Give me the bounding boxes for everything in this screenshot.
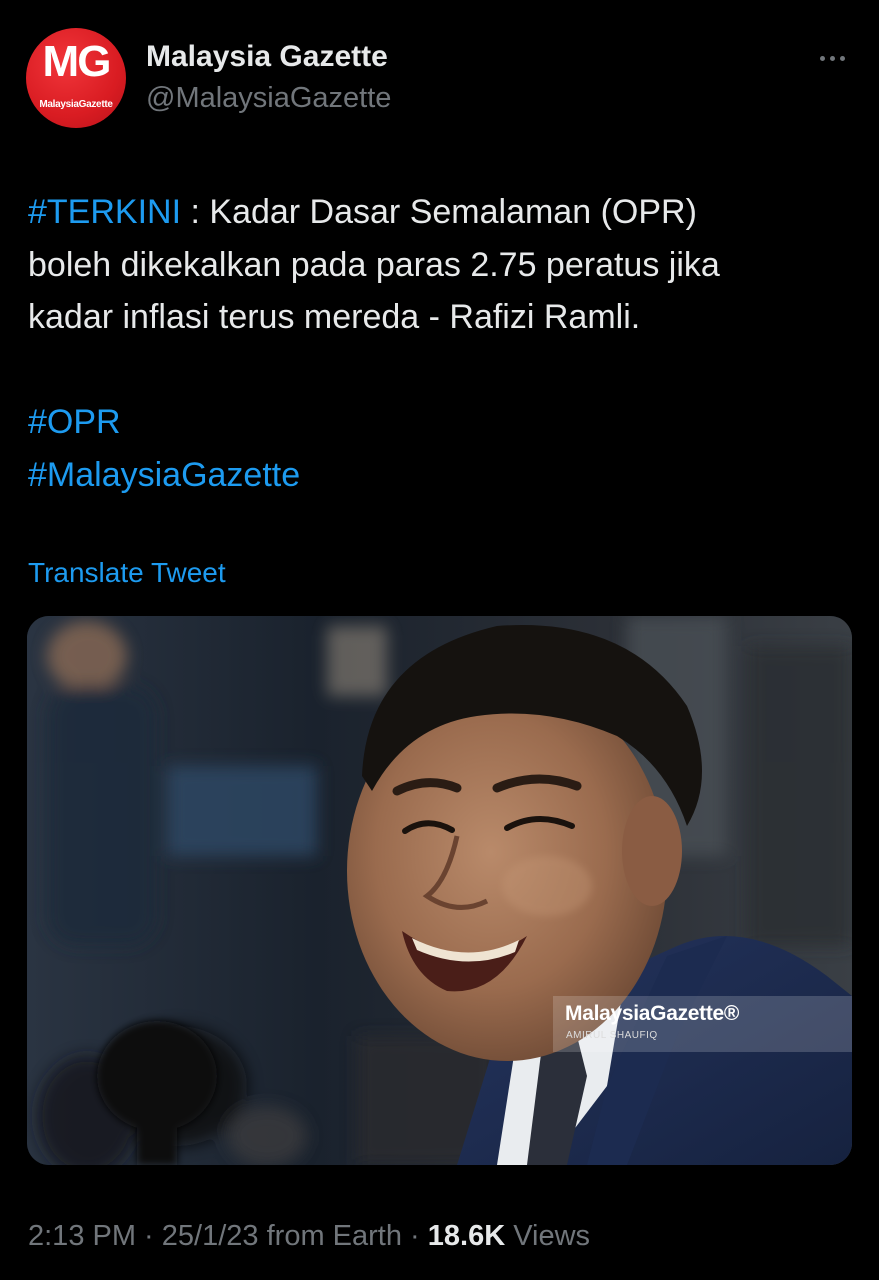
avatar[interactable]: MG MalaysiaGazette bbox=[26, 28, 126, 128]
meta-separator: · bbox=[401, 1220, 428, 1252]
tweet-text: #TERKINI : Kadar Dasar Semalaman (OPR) b… bbox=[28, 186, 848, 501]
more-dot bbox=[819, 55, 825, 61]
tweet-source: from Earth bbox=[258, 1220, 402, 1252]
views-label: Views bbox=[505, 1220, 591, 1252]
tweet-time[interactable]: 2:13 PM bbox=[28, 1220, 136, 1252]
photo-illustration bbox=[27, 616, 852, 1165]
tweet-text-line-3: kadar inflasi terus mereda - Rafizi Raml… bbox=[28, 298, 641, 336]
avatar-logo: MG bbox=[26, 40, 126, 84]
tweet-date[interactable]: 25/1/23 bbox=[162, 1220, 259, 1252]
hashtag-opr[interactable]: #OPR bbox=[28, 403, 121, 441]
photo-watermark: MalaysiaGazette® AMIRUL SHAUFIQ bbox=[553, 996, 852, 1052]
hashtag-malaysiagazette[interactable]: #MalaysiaGazette bbox=[28, 456, 300, 494]
avatar-subtext: MalaysiaGazette bbox=[39, 99, 113, 110]
avatar-initial-g: G bbox=[77, 37, 111, 86]
more-dot bbox=[839, 55, 845, 61]
more-options-icon[interactable] bbox=[812, 44, 852, 72]
views-count[interactable]: 18.6K bbox=[428, 1220, 505, 1252]
avatar-initial-m: M bbox=[42, 37, 80, 86]
tweet-text-line-1: #TERKINI : Kadar Dasar Semalaman (OPR) bbox=[28, 186, 848, 239]
more-dot bbox=[829, 55, 835, 61]
meta-separator: · bbox=[136, 1220, 162, 1252]
author-display-name[interactable]: Malaysia Gazette bbox=[146, 40, 388, 74]
hashtag-terkini[interactable]: #TERKINI bbox=[28, 193, 181, 231]
tweet-meta: 2:13 PM · 25/1/23 from Earth · 18.6K Vie… bbox=[28, 1220, 590, 1253]
author-handle[interactable]: @MalaysiaGazette bbox=[146, 82, 391, 115]
paragraph-break bbox=[28, 344, 848, 397]
tweet-photo[interactable]: MalaysiaGazette® AMIRUL SHAUFIQ bbox=[27, 616, 852, 1165]
tweet-text-line-2: boleh dikekalkan pada paras 2.75 peratus… bbox=[28, 245, 720, 284]
translate-tweet-link[interactable]: Translate Tweet bbox=[28, 557, 226, 589]
watermark-credit: AMIRUL SHAUFIQ bbox=[566, 1030, 658, 1041]
tweet-text-line-1-rest: : Kadar Dasar Semalaman (OPR) bbox=[181, 193, 697, 231]
watermark-brand: MalaysiaGazette® bbox=[565, 1002, 740, 1025]
